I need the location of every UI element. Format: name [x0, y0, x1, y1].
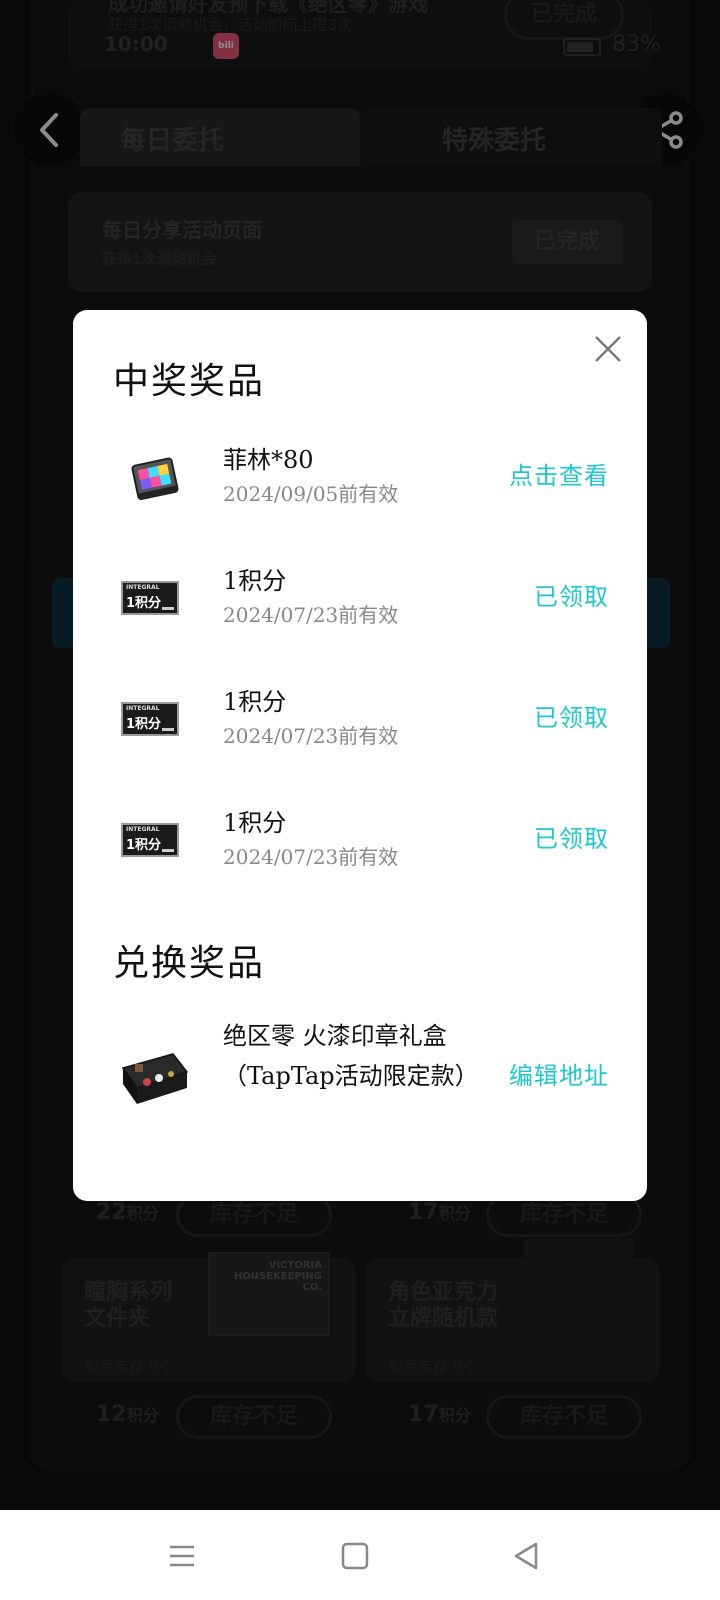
- prize-name: 1积分: [223, 567, 287, 595]
- integral-ticket-icon: INTEGRAL 1积分: [121, 815, 187, 869]
- prize-row: INTEGRAL 1积分 1积分 2024/07/23前有效 已领取: [73, 795, 647, 895]
- integral-ticket-icon: INTEGRAL 1积分: [121, 694, 187, 748]
- exchange-prizes-title: 兑换奖品: [113, 943, 266, 984]
- prize-name: 1积分: [223, 688, 287, 716]
- prize-row: 菲林*80 2024/09/05前有效 点击查看: [73, 432, 647, 532]
- prize-expiry: 2024/07/23前有效: [223, 603, 399, 627]
- claimed-status[interactable]: 已领取: [534, 698, 609, 733]
- film-reel-icon: [121, 452, 187, 506]
- exchange-row: 绝区零 火漆印章礼盒（TapTap活动限定款） 编辑地址: [73, 1016, 647, 1146]
- menu-icon[interactable]: [166, 1540, 198, 1572]
- prize-row: INTEGRAL 1积分 1积分 2024/07/23前有效 已领取: [73, 674, 647, 774]
- view-prize-button[interactable]: 点击查看: [509, 456, 609, 491]
- prize-modal: 中奖奖品 菲林*80 2024/09/05前有效 点击查看 INTEGRAL 1…: [73, 310, 647, 1201]
- gift-box-icon: [117, 1042, 191, 1108]
- prize-expiry: 2024/07/23前有效: [223, 845, 399, 869]
- close-icon[interactable]: [593, 334, 623, 364]
- integral-ticket-icon: INTEGRAL 1积分: [121, 573, 187, 627]
- prize-row: INTEGRAL 1积分 1积分 2024/07/23前有效 已领取: [73, 553, 647, 653]
- claimed-status[interactable]: 已领取: [534, 577, 609, 612]
- claimed-status[interactable]: 已领取: [534, 819, 609, 854]
- system-nav-bar: [0, 1510, 720, 1600]
- prize-expiry: 2024/09/05前有效: [223, 482, 399, 506]
- prize-name: 菲林*80: [223, 446, 314, 474]
- exchange-prize-name: 绝区零 火漆印章礼盒（TapTap活动限定款）: [223, 1022, 479, 1090]
- back-triangle-icon[interactable]: [510, 1540, 542, 1572]
- home-icon[interactable]: [339, 1540, 371, 1572]
- prize-expiry: 2024/07/23前有效: [223, 724, 399, 748]
- prize-name: 1积分: [223, 809, 287, 837]
- win-prizes-title: 中奖奖品: [113, 361, 266, 402]
- edit-address-button[interactable]: 编辑地址: [509, 1056, 609, 1091]
